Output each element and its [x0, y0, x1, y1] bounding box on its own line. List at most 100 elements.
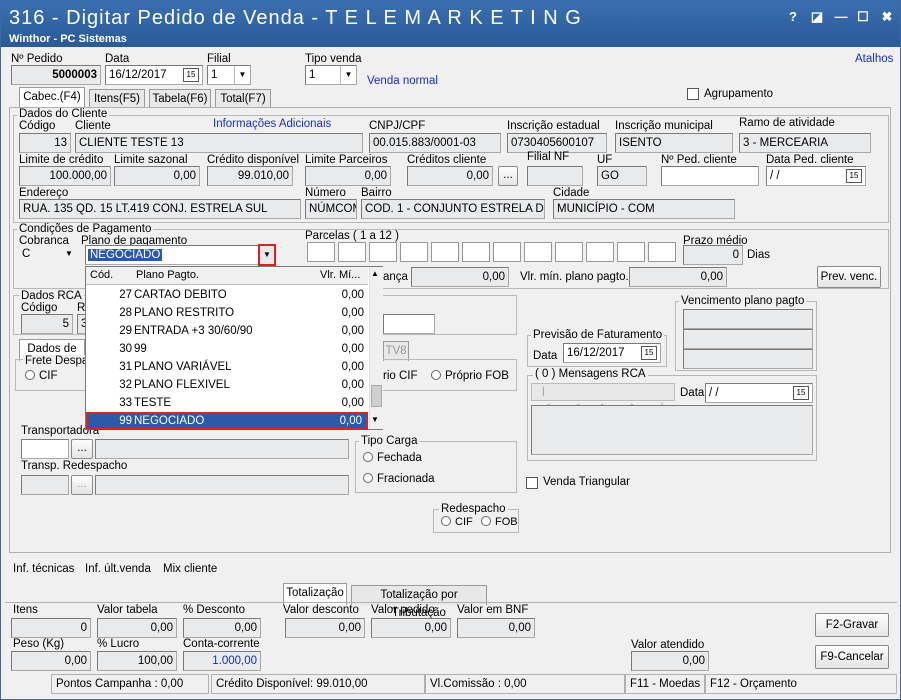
restore-icon[interactable]: ◪ [807, 9, 827, 25]
close-icon[interactable]: ✖ [877, 9, 897, 25]
conta-field[interactable]: 1.000,00 [183, 651, 261, 671]
atalhos-link[interactable]: Atalhos [855, 53, 893, 65]
endereco-field[interactable]: RUA. 135 QD. 15 LT.419 CONJ. ESTRELA SUL [19, 199, 301, 219]
vencimento-field[interactable] [683, 329, 813, 349]
redespacho-name[interactable] [95, 475, 349, 495]
anca-field[interactable]: 0,00 [411, 267, 509, 287]
agrupamento-checkbox[interactable] [687, 88, 699, 100]
proprio-fob-radio[interactable]: Próprio FOB [431, 370, 509, 382]
mensagens-navigator[interactable]: |◀◀▶▶| [531, 383, 675, 413]
scroll-down-icon[interactable]: ▼ [371, 415, 379, 424]
vencimento-field[interactable] [683, 349, 813, 369]
previsao-data-field[interactable]: 16/12/2017 15 [563, 343, 661, 363]
calendar-icon[interactable]: 15 [846, 169, 862, 183]
mensagens-data-field[interactable]: / / 15 [705, 383, 813, 403]
transportadora-name[interactable] [95, 439, 349, 459]
dataped-field[interactable]: / / 15 [766, 166, 866, 186]
inf-ult-venda-link[interactable]: Inf. últ.venda [85, 563, 151, 575]
tab-cabec[interactable]: Cabec.(F4) [19, 87, 85, 109]
plano-select[interactable]: NEGOCIADO [85, 245, 275, 265]
dropdown-row[interactable]: 27 CARTAO DEBITO 0,00 [86, 286, 368, 304]
chevron-down-icon[interactable]: ▼ [234, 66, 250, 84]
dropdown-row[interactable]: 33 TESTE 0,00 [86, 394, 368, 412]
valor-tabela-field[interactable]: 0,00 [97, 618, 177, 638]
calendar-icon[interactable]: 15 [183, 68, 199, 82]
dropdown-row[interactable]: 30 99 0,00 [86, 340, 368, 358]
parcela-slot[interactable] [400, 242, 428, 262]
frete-cif-radio[interactable]: CIF [25, 370, 58, 382]
credito-field[interactable]: 99.010,00 [207, 166, 293, 186]
tab-itens[interactable]: Itens(F5) [89, 89, 145, 109]
cancelar-button[interactable]: F9-Cancelar [815, 645, 889, 669]
desconto-field[interactable]: 0,00 [183, 618, 261, 638]
pedido-field[interactable]: 5000003 [11, 65, 101, 85]
peso-field[interactable]: 0,00 [11, 651, 91, 671]
prev-venc-button[interactable]: Prev. venc. [817, 266, 881, 288]
dropdown-scrollbar[interactable]: ▲ ▼ [369, 267, 383, 429]
tab-tv8[interactable]: TV8 [383, 341, 409, 361]
plano-dropdown-button[interactable]: ▼ [258, 244, 276, 266]
sazonal-field[interactable]: 0,00 [114, 166, 200, 186]
venda-triangular-checkbox[interactable] [526, 477, 538, 489]
valor-desconto-field[interactable]: 0,00 [285, 618, 365, 638]
noped-field[interactable] [661, 166, 759, 186]
status-f12[interactable]: F12 - Orçamento [705, 674, 897, 694]
dropdown-row[interactable]: 31 PLANO VARIÁVEL 0,00 [86, 358, 368, 376]
bnf-field[interactable]: 0,00 [457, 618, 535, 638]
atendido-field[interactable]: 0,00 [631, 651, 709, 671]
ramo-field[interactable]: 3 - MERCEARIA [739, 133, 871, 153]
mix-cliente-link[interactable]: Mix cliente [163, 563, 217, 575]
filial-select[interactable]: 1 ▼ [207, 65, 251, 85]
parcela-slot[interactable] [524, 242, 552, 262]
calendar-icon[interactable]: 15 [793, 386, 809, 400]
itens-field[interactable]: 0 [11, 618, 91, 638]
vencimento-field[interactable] [683, 309, 813, 329]
maximize-icon[interactable]: ☐ [853, 9, 873, 25]
filialnf-field[interactable] [527, 166, 583, 186]
valor-pedido-field[interactable]: 0,00 [371, 618, 451, 638]
fechada-radio[interactable]: Fechada [363, 452, 422, 464]
im-field[interactable]: ISENTO [615, 133, 733, 153]
cliente-field[interactable]: CLIENTE TESTE 13 [75, 133, 363, 153]
tab-total[interactable]: Total(F7) [215, 89, 271, 109]
help-icon[interactable]: ? [783, 9, 803, 25]
transportadora-ellipsis-button[interactable]: ... [71, 439, 93, 459]
redespacho-ellipsis-button[interactable]: ... [71, 475, 93, 495]
status-f11[interactable]: F11 - Moedas [625, 674, 705, 694]
parcela-slot[interactable] [617, 242, 645, 262]
calendar-icon[interactable]: 15 [641, 346, 657, 360]
creditos-field[interactable]: 0,00 [407, 166, 493, 186]
codigo-field[interactable]: 13 [19, 133, 71, 153]
vlrmin-field[interactable]: 0,00 [629, 267, 727, 287]
parcela-slot[interactable] [307, 242, 335, 262]
limite-field[interactable]: 100.000,00 [19, 166, 111, 186]
gravar-button[interactable]: F2-Gravar [815, 613, 889, 637]
rca-extra-field[interactable] [383, 314, 435, 334]
rca-codigo-field[interactable]: 5 [21, 314, 73, 334]
parcela-slot[interactable] [431, 242, 459, 262]
dropdown-row-selected[interactable]: 99 NEGOCIADO 0,00 [86, 412, 368, 430]
scroll-thumb[interactable] [371, 385, 382, 407]
parcela-slot[interactable] [648, 242, 676, 262]
bairro-field[interactable]: COD. 1 - CONJUNTO ESTRELA DO SU [361, 199, 545, 219]
cnpj-field[interactable]: 00.015.883/0001-03 [369, 133, 501, 153]
dropdown-row[interactable]: 29 ENTRADA +3 30/60/90 0,00 [86, 322, 368, 340]
dropdown-row[interactable]: 28 PLANO RESTRITO 0,00 [86, 304, 368, 322]
lucro-field[interactable]: 100,00 [97, 651, 177, 671]
cobranca-select[interactable]: C ▼ [19, 245, 77, 265]
parcela-slot[interactable] [555, 242, 583, 262]
parcela-slot[interactable] [493, 242, 521, 262]
chevron-down-icon[interactable]: ▼ [340, 66, 356, 84]
uf-field[interactable]: GO [597, 166, 647, 186]
parcela-slot[interactable] [338, 242, 366, 262]
tab-tabela[interactable]: Tabela(F6) [149, 89, 211, 109]
tipo-venda-select[interactable]: 1 ▼ [305, 65, 357, 85]
parcela-slot[interactable] [462, 242, 490, 262]
parcela-slot[interactable] [369, 242, 397, 262]
inf-tecnicas-link[interactable]: Inf. técnicas [13, 563, 74, 575]
dropdown-row[interactable]: 32 PLANO FLEXIVEL 0,00 [86, 376, 368, 394]
mensagens-textarea[interactable] [531, 405, 813, 455]
chevron-down-icon[interactable]: ▼ [61, 245, 77, 263]
parceiros-field[interactable]: 0,00 [305, 166, 391, 186]
scroll-up-icon[interactable]: ▲ [371, 269, 379, 278]
